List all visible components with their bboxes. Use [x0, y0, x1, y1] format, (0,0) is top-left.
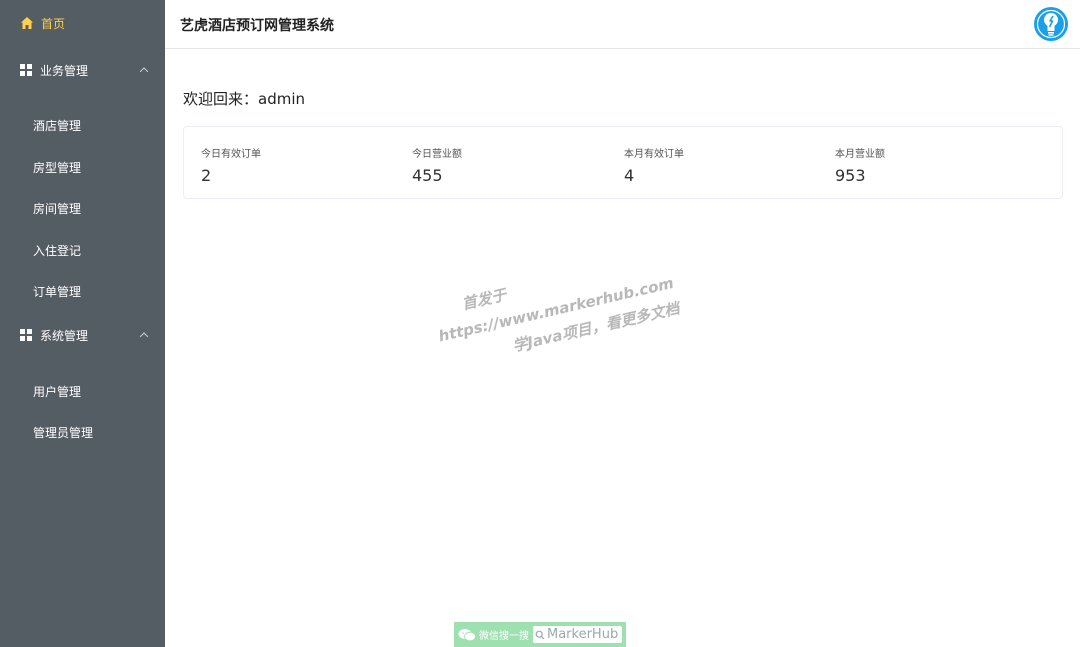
- submenu-label: 业务管理: [40, 63, 89, 78]
- stat-label: 本月营业额: [835, 149, 885, 160]
- stat-today-revenue: 今日营业额 455: [412, 145, 462, 185]
- chevron-up-icon: [139, 67, 149, 76]
- badge-name: MarkerHub: [547, 627, 619, 642]
- chevron-up-icon: [139, 332, 149, 341]
- sidebar-item-home[interactable]: 首页: [0, 3, 165, 43]
- top-header: 艺虎酒店预订网管理系统: [165, 0, 1080, 49]
- sidebar: 首页 业务管理 酒店管理 房型管理 房间管理 入住登记 订单管理 系统管理 用户: [0, 0, 165, 647]
- avatar-logo-icon: [1035, 8, 1067, 40]
- sidebar-item-hotel[interactable]: 酒店管理: [0, 105, 165, 145]
- sidebar-item-room-type[interactable]: 房型管理: [0, 147, 165, 187]
- stat-label: 本月有效订单: [624, 149, 684, 160]
- welcome-text: 欢迎回来：admin: [183, 90, 306, 108]
- avatar[interactable]: [1034, 7, 1068, 41]
- sidebar-item-checkin[interactable]: 入住登记: [0, 230, 165, 270]
- sidebar-item-label: 首页: [41, 16, 66, 31]
- watermark: 首发于 https://www.markerhub.com 学Java项目，看更…: [428, 234, 681, 355]
- stat-month-orders: 本月有效订单 4: [624, 145, 684, 185]
- sidebar-item-label: 管理员管理: [33, 425, 94, 440]
- sidebar-item-label: 房型管理: [33, 160, 82, 175]
- stat-month-revenue: 本月营业额 953: [835, 145, 885, 185]
- sidebar-item-orders[interactable]: 订单管理: [0, 271, 165, 311]
- home-icon: [21, 17, 33, 29]
- submenu-label: 系统管理: [40, 328, 89, 343]
- stat-today-orders: 今日有效订单 2: [201, 145, 261, 185]
- menu-grid-icon: [20, 64, 32, 76]
- wechat-icon: [458, 628, 476, 641]
- stat-value: 455: [412, 166, 443, 185]
- sidebar-item-label: 入住登记: [33, 243, 82, 258]
- submenu-system[interactable]: 系统管理: [0, 315, 165, 355]
- stat-label: 今日有效订单: [201, 149, 261, 160]
- app-title: 艺虎酒店预订网管理系统: [180, 18, 334, 34]
- menu-grid-icon: [20, 329, 32, 341]
- stats-card: 今日有效订单 2 今日营业额 455 本月有效订单 4 本月营业额 953: [183, 126, 1063, 199]
- sidebar-item-label: 用户管理: [33, 384, 82, 399]
- sidebar-item-room[interactable]: 房间管理: [0, 188, 165, 228]
- stat-value: 4: [624, 166, 635, 185]
- search-icon: [535, 630, 545, 639]
- stat-label: 今日营业额: [412, 149, 462, 160]
- wechat-search-badge: 微信搜一搜 MarkerHub: [454, 622, 626, 647]
- submenu-business[interactable]: 业务管理: [0, 50, 165, 90]
- sidebar-item-admins[interactable]: 管理员管理: [0, 412, 165, 452]
- sidebar-item-label: 酒店管理: [33, 118, 82, 133]
- stat-value: 2: [201, 166, 212, 185]
- sidebar-item-label: 订单管理: [33, 284, 82, 299]
- app-root: 首页 业务管理 酒店管理 房型管理 房间管理 入住登记 订单管理 系统管理 用户: [0, 0, 1080, 647]
- stat-value: 953: [835, 166, 866, 185]
- badge-prefix: 微信搜一搜: [479, 631, 529, 642]
- badge-search-pill: MarkerHub: [533, 626, 623, 643]
- sidebar-item-users[interactable]: 用户管理: [0, 371, 165, 411]
- sidebar-item-label: 房间管理: [33, 201, 82, 216]
